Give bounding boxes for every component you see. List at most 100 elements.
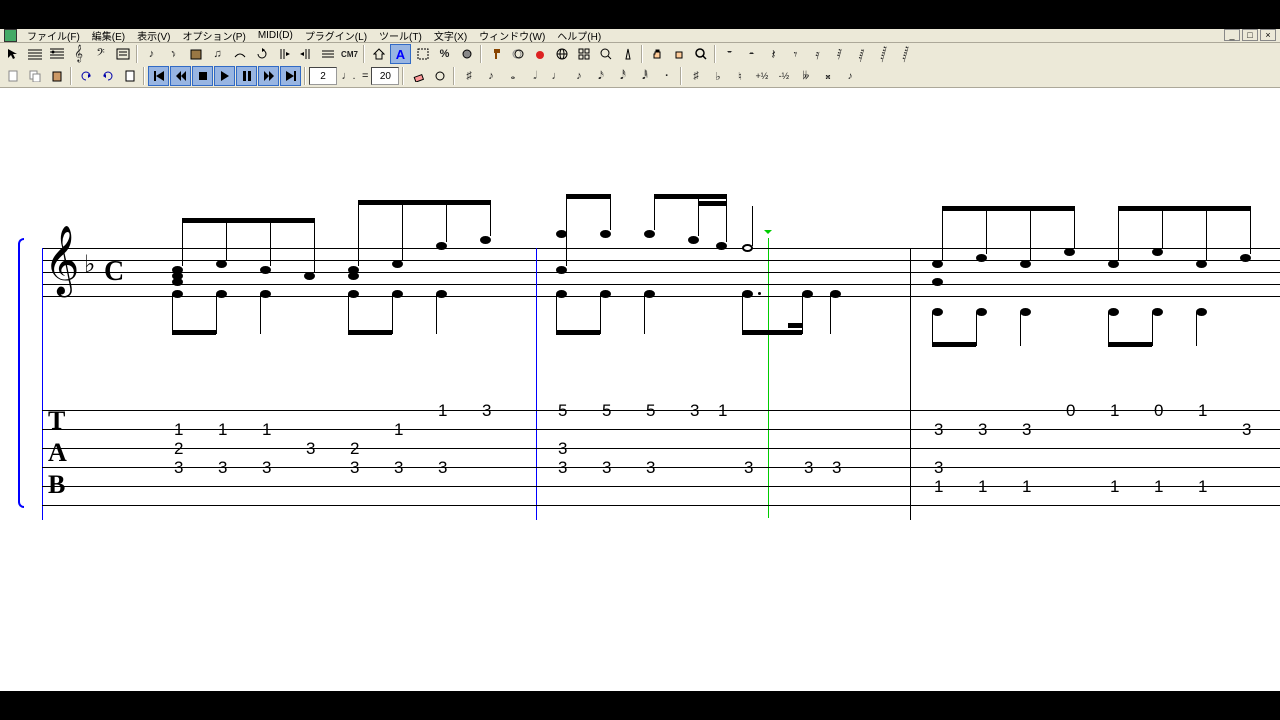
stop-button[interactable] (192, 66, 213, 86)
page-icon[interactable] (119, 66, 140, 86)
rest-128-icon[interactable]: 𝅂 (873, 44, 894, 64)
fret-number[interactable]: 3 (690, 401, 699, 421)
apple-icon[interactable] (529, 44, 550, 64)
plus-half-icon[interactable]: +½ (751, 66, 772, 86)
text-a-icon[interactable]: A (390, 44, 411, 64)
fret-number[interactable]: 3 (934, 420, 943, 440)
fret-number[interactable]: 3 (832, 458, 841, 478)
fret-number[interactable]: 3 (174, 458, 183, 478)
percent-icon[interactable]: % (434, 44, 455, 64)
fret-number[interactable]: 1 (438, 401, 447, 421)
double-sharp-icon[interactable]: 𝄪 (817, 66, 838, 86)
menu-tools[interactable]: ツール(T) (375, 28, 426, 43)
new-icon[interactable] (2, 66, 23, 86)
lyric-icon[interactable] (112, 44, 133, 64)
fret-number[interactable]: 3 (804, 458, 813, 478)
home-icon[interactable] (368, 44, 389, 64)
whole-note-icon[interactable]: 𝅝 (502, 66, 523, 86)
staff-icon[interactable] (24, 44, 45, 64)
menu-view[interactable]: 表示(V) (133, 28, 174, 43)
fret-number[interactable]: 3 (934, 458, 943, 478)
play-button[interactable] (214, 66, 235, 86)
fret-number[interactable]: 1 (394, 420, 403, 440)
grab-icon[interactable] (668, 44, 689, 64)
circle-empty-icon[interactable] (429, 66, 450, 86)
rest-8-icon[interactable]: 𝄾 (785, 44, 806, 64)
fret-number[interactable]: 3 (262, 458, 271, 478)
magnify-note-icon[interactable] (595, 44, 616, 64)
grid-icon[interactable] (573, 44, 594, 64)
fret-number[interactable]: 1 (1022, 477, 1031, 497)
note-eighth-arrow-icon[interactable]: ♪ (480, 66, 501, 86)
tab-staff-icon[interactable] (46, 44, 67, 64)
fret-number[interactable]: 3 (978, 420, 987, 440)
zoom-icon[interactable] (690, 44, 711, 64)
pause-button[interactable] (236, 66, 257, 86)
menu-text[interactable]: 文字(X) (430, 28, 471, 43)
fret-number[interactable]: 5 (602, 401, 611, 421)
minus-half-icon[interactable]: -½ (773, 66, 794, 86)
fret-number[interactable]: 3 (1242, 420, 1251, 440)
fret-number[interactable]: 5 (558, 401, 567, 421)
fret-number[interactable]: 1 (934, 477, 943, 497)
window-min-button[interactable]: _ (1224, 29, 1240, 41)
note-value-select-icon[interactable]: ♩. (338, 66, 359, 86)
copy-icon[interactable] (24, 66, 45, 86)
window-max-button[interactable]: □ (1242, 29, 1258, 41)
tempo-value-input[interactable]: 20 (371, 67, 399, 85)
globe-icon[interactable] (551, 44, 572, 64)
fret-number[interactable]: 1 (1154, 477, 1163, 497)
hand-icon[interactable] (646, 44, 667, 64)
half-note-icon[interactable]: 𝅗𝅥 (524, 66, 545, 86)
rest-1-icon[interactable]: 𝄻 (719, 44, 740, 64)
fret-number[interactable]: 1 (1198, 401, 1207, 421)
rest-2-icon[interactable]: 𝄼 (741, 44, 762, 64)
eighth-note-icon[interactable]: ♪ (568, 66, 589, 86)
fret-number[interactable]: 3 (306, 439, 315, 459)
fret-number[interactable]: 1 (718, 401, 727, 421)
fret-number[interactable]: 3 (438, 458, 447, 478)
rest-4-icon[interactable]: 𝄽 (763, 44, 784, 64)
pointer-tool-icon[interactable] (2, 44, 23, 64)
grace-note-icon[interactable]: ♪ (839, 66, 860, 86)
rest-16-icon[interactable]: 𝄿 (807, 44, 828, 64)
fret-number[interactable]: 2 (174, 439, 183, 459)
notes-icon[interactable]: ♫ (207, 44, 228, 64)
fret-number[interactable]: 1 (1198, 477, 1207, 497)
chord-book-icon[interactable] (185, 44, 206, 64)
menu-options[interactable]: オプション(P) (178, 28, 249, 43)
fret-number[interactable]: 3 (218, 458, 227, 478)
forward-button[interactable] (258, 66, 279, 86)
fret-number[interactable]: 3 (602, 458, 611, 478)
bar-insert-icon[interactable] (273, 44, 294, 64)
menu-file[interactable]: ファイル(F) (23, 28, 84, 43)
dot-icon[interactable]: · (656, 66, 677, 86)
quarter-note-icon[interactable]: ♩ (546, 66, 567, 86)
menu-edit[interactable]: 編集(E) (88, 28, 129, 43)
fret-number[interactable]: 1 (174, 420, 183, 440)
note-stem-down-icon[interactable]: ♪ (163, 44, 184, 64)
bar-delete-icon[interactable] (295, 44, 316, 64)
sixtyfourth-note-icon[interactable]: 𝅘𝅥𝅱 (634, 66, 655, 86)
hammer-icon[interactable] (485, 44, 506, 64)
note-stem-up-icon[interactable]: ♪ (141, 44, 162, 64)
natural-accidental-icon[interactable]: ♮ (729, 66, 750, 86)
redo-icon[interactable] (97, 66, 118, 86)
menu-midi[interactable]: MIDI(D) (254, 30, 297, 41)
undo-icon[interactable] (75, 66, 96, 86)
sharp-accidental-icon[interactable]: ♯ (685, 66, 706, 86)
treble-clef-icon[interactable]: 𝄞 (68, 44, 89, 64)
fret-number[interactable]: 3 (646, 458, 655, 478)
fret-number[interactable]: 0 (1066, 401, 1075, 421)
fret-number[interactable]: 3 (394, 458, 403, 478)
score-canvas[interactable]: 𝄞 ♭ C (0, 88, 1280, 688)
metronome-icon[interactable] (617, 44, 638, 64)
fret-number[interactable]: 1 (1110, 401, 1119, 421)
fret-number[interactable]: 1 (262, 420, 271, 440)
forward-end-button[interactable] (280, 66, 301, 86)
window-close-button[interactable]: × (1260, 29, 1276, 41)
rest-32-icon[interactable]: 𝅀 (829, 44, 850, 64)
fret-number[interactable]: 3 (558, 439, 567, 459)
tempo-numerator-input[interactable]: 2 (309, 67, 337, 85)
menu-window[interactable]: ウィンドウ(W) (475, 28, 549, 43)
